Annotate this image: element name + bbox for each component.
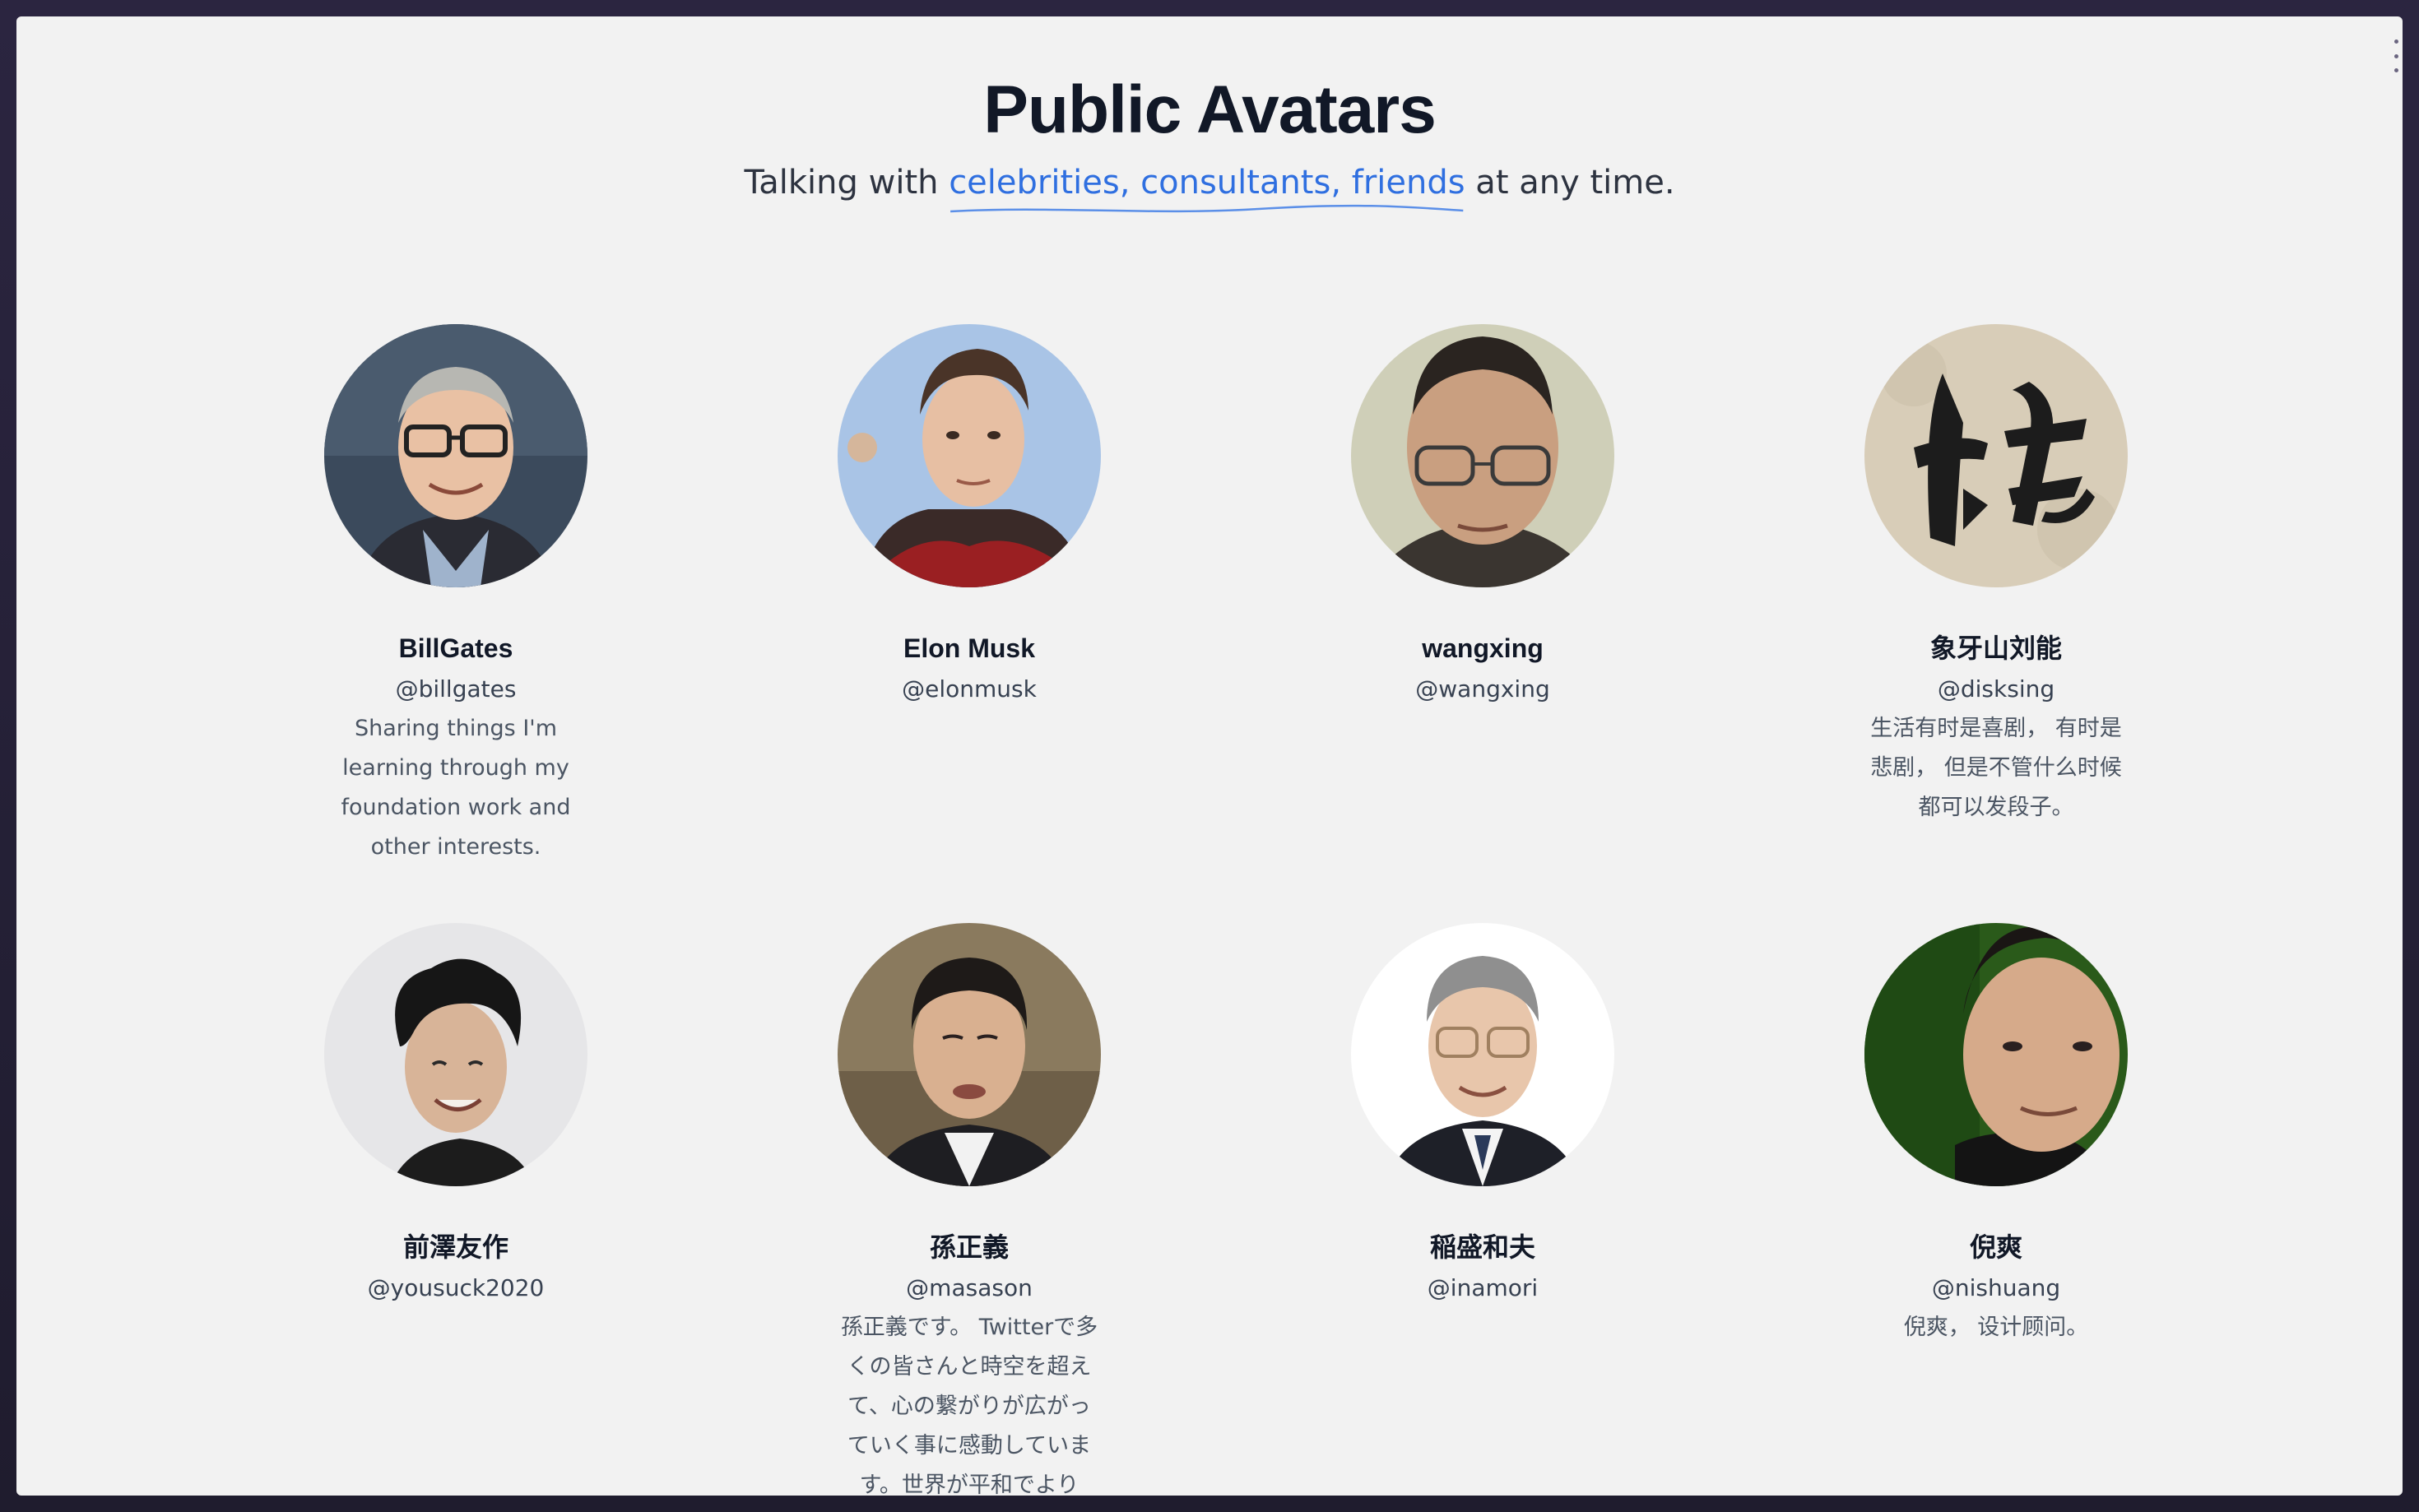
avatar-image[interactable] — [1864, 923, 2128, 1186]
avatar-card[interactable]: 孫正義 @masason 孫正義です。 Twitterで多くの皆さんと時空を超え… — [739, 923, 1200, 1496]
avatar-handle: @billgates — [395, 675, 517, 703]
avatar-card[interactable]: Elon Musk @elonmusk — [739, 324, 1200, 706]
avatar-image[interactable] — [1351, 324, 1614, 587]
avatar-name[interactable]: wangxing — [1252, 630, 1713, 666]
avatar-bio: 生活有时是喜剧， 有时是悲剧， 但是不管什么时候都可以发段子。 — [1870, 716, 2122, 820]
avatar-handle: @disksing — [1937, 675, 2055, 703]
avatar-handle: @wangxing — [1415, 675, 1550, 703]
avatar-name[interactable]: 象牙山刘能 — [1766, 630, 2226, 666]
desktop-frame: Public Avatars Talking with celebrities,… — [0, 0, 2419, 1512]
avatar-image[interactable] — [324, 923, 587, 1186]
avatar-image[interactable] — [324, 324, 587, 587]
avatar-handle: @inamori — [1427, 1274, 1539, 1301]
avatar-card[interactable]: 倪爽 @nishuang 倪爽， 设计顾问。 — [1766, 923, 2226, 1347]
avatar-card[interactable]: 稲盛和夫 @inamori — [1252, 923, 1713, 1305]
avatar-name[interactable]: 孫正義 — [739, 1229, 1200, 1265]
avatar-image[interactable] — [1351, 923, 1614, 1186]
avatar-handle: @elonmusk — [902, 675, 1037, 703]
avatar-name[interactable]: BillGates — [225, 630, 686, 666]
avatar-name[interactable]: 前澤友作 — [225, 1229, 686, 1265]
avatar-handle: @nishuang — [1931, 1274, 2061, 1301]
avatar-image[interactable] — [838, 324, 1101, 587]
avatar-bio: Sharing things I'm learning through my f… — [341, 716, 571, 860]
avatar-handle: @yousuck2020 — [367, 1274, 545, 1301]
avatar-name[interactable]: 倪爽 — [1766, 1229, 2226, 1265]
avatar-card[interactable]: 象牙山刘能 @disksing 生活有时是喜剧， 有时是悲剧， 但是不管什么时候… — [1766, 324, 2226, 828]
avatar-image[interactable] — [838, 923, 1101, 1186]
avatar-name[interactable]: 稲盛和夫 — [1252, 1229, 1713, 1265]
avatar-bio: 倪爽， 设计顾问。 — [1903, 1315, 2089, 1340]
avatar-name[interactable]: Elon Musk — [739, 630, 1200, 666]
avatar-handle: @masason — [906, 1274, 1033, 1301]
browser-viewport: Public Avatars Talking with celebrities,… — [16, 16, 2403, 1496]
avatar-card[interactable]: BillGates @billgates Sharing things I'm … — [225, 324, 686, 867]
avatar-grid: BillGates @billgates Sharing things I'm … — [16, 16, 2403, 1496]
avatar-card[interactable]: 前澤友作 @yousuck2020 — [225, 923, 686, 1305]
avatar-card[interactable]: wangxing @wangxing — [1252, 324, 1713, 706]
avatar-image[interactable] — [1864, 324, 2128, 587]
avatar-bio: 孫正義です。 Twitterで多くの皆さんと時空を超えて、心の繋がりが広がってい… — [840, 1315, 1098, 1496]
